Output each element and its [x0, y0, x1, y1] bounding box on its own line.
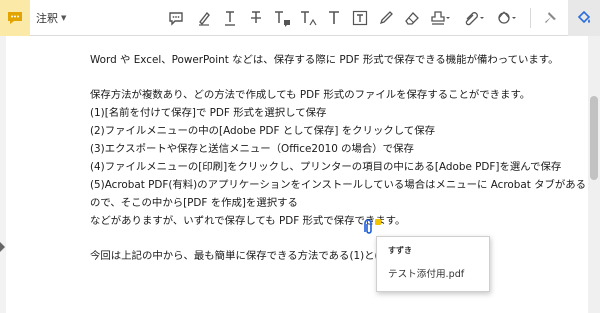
pin-icon[interactable] — [538, 6, 562, 30]
annotation-menu-label: 注釈 — [36, 12, 58, 25]
add-text-icon[interactable] — [322, 6, 346, 30]
text-box-icon[interactable] — [348, 6, 372, 30]
fill-color-icon — [577, 10, 591, 24]
comment-toolbar: 注釈 ▼ — [0, 0, 600, 36]
shapes-icon[interactable] — [494, 6, 518, 30]
paperclip-icon[interactable] — [360, 218, 376, 236]
document-line: Word や Excel、PowerPoint などは、保存する際に PDF 形… — [90, 54, 559, 66]
attachment-tooltip: すずき テスト添付用.pdf — [376, 236, 490, 292]
strikethrough-icon[interactable] — [244, 6, 268, 30]
document-view: Word や Excel、PowerPoint などは、保存する際に PDF 形… — [0, 36, 600, 313]
toolbar-divider — [530, 8, 531, 28]
document-line: 保存方法が複数あり、どの方法で作成しても PDF 形式のファイルを保存することが… — [90, 89, 531, 101]
attach-icon[interactable] — [462, 6, 486, 30]
note-marker[interactable] — [375, 219, 381, 225]
scrollbar-thumb[interactable] — [590, 96, 598, 180]
document-line: ので、そこの中から[PDF を作成]を選択する — [90, 197, 298, 209]
document-line: 今回は上記の中から、最も簡単に保存できる方法である(1)と(2)につい — [90, 250, 421, 262]
left-panel-toggle[interactable] — [0, 242, 5, 252]
highlight-icon[interactable] — [192, 6, 216, 30]
comment-tool-badge[interactable] — [0, 0, 30, 36]
underline-icon[interactable] — [218, 6, 242, 30]
pencil-icon[interactable] — [374, 6, 398, 30]
document-line: (1)[名前を付けて保存]で PDF 形式を選択して保存 — [90, 107, 327, 119]
stamp-icon[interactable] — [428, 6, 452, 30]
comment-bubble-icon — [8, 12, 22, 24]
insert-text-icon[interactable] — [296, 6, 320, 30]
comment-icon[interactable] — [164, 6, 188, 30]
tooltip-filename: テスト添付用.pdf — [388, 269, 465, 280]
document-line: (3)エクスポートや保存と送信メニュー（Office2010 の場合）で保存 — [90, 143, 414, 155]
document-line: (5)Acrobat PDF(有料)のアプリケーションをインストールしている場合… — [90, 179, 587, 191]
document-line: (2)ファイルメニューの中の[Adobe PDF として保存] をクリックして保… — [90, 125, 435, 137]
document-line: などがありますが、いずれで保存しても PDF 形式で保存できます。 — [90, 215, 406, 227]
eraser-icon[interactable] — [400, 6, 424, 30]
tooltip-author: すずき — [388, 246, 412, 255]
replace-text-icon[interactable] — [270, 6, 294, 30]
annotation-menu-dropdown[interactable]: 注釈 ▼ — [36, 9, 66, 27]
chevron-down-icon: ▼ — [61, 14, 67, 22]
left-panel-edge — [0, 36, 6, 313]
document-line: (4)ファイルメニューの[印刷]をクリックし、プリンターの項目の中にある[Ado… — [90, 161, 562, 173]
fill-color-button[interactable] — [568, 0, 600, 36]
